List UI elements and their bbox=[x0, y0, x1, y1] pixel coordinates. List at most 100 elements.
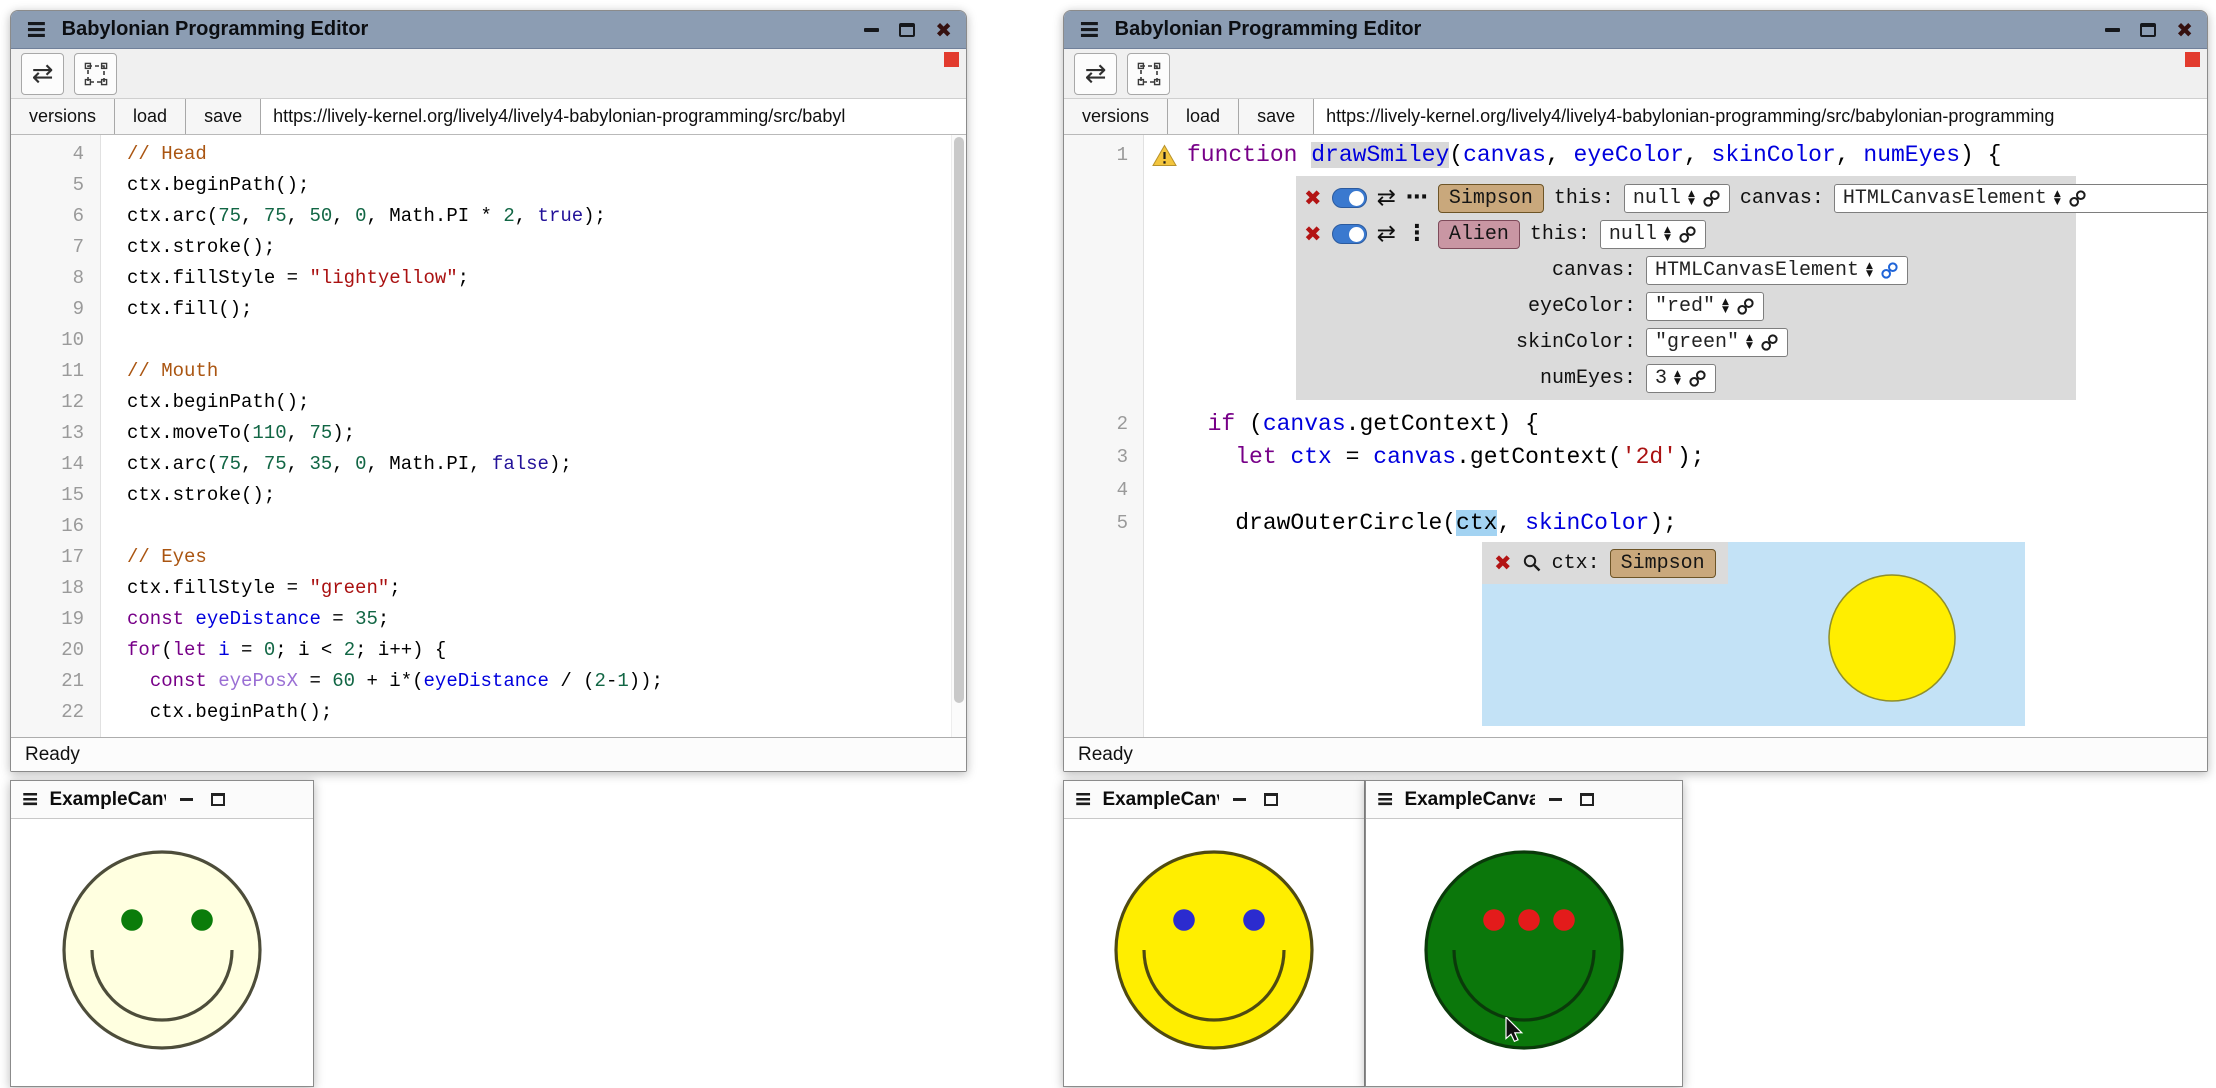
spinner-icon[interactable]: ▲▼ bbox=[1722, 298, 1729, 314]
swap-tool-button[interactable]: ⇄ bbox=[21, 53, 64, 95]
code-line[interactable]: 16 bbox=[11, 511, 966, 542]
value-field[interactable]: HTMLCanvasElement▲▼ bbox=[1834, 184, 2207, 213]
menu-icon[interactable]: ≡ bbox=[1376, 789, 1394, 811]
canvas-content bbox=[1366, 819, 1682, 1086]
versions-button[interactable]: versions bbox=[11, 99, 115, 134]
load-button[interactable]: load bbox=[115, 99, 186, 134]
menu-icon[interactable]: ≡ bbox=[1078, 16, 1101, 43]
probe-delete-button[interactable]: ✖ bbox=[1494, 553, 1512, 574]
maximize-button[interactable] bbox=[1580, 793, 1594, 806]
argument-row: eyeColor:"red"▲▼ bbox=[1304, 288, 2068, 324]
code-line[interactable]: 21 const eyePosX = 60 + i*(eyeDistance /… bbox=[11, 666, 966, 697]
minimize-button[interactable] bbox=[2105, 28, 2120, 32]
value-field[interactable]: "green"▲▼ bbox=[1646, 328, 1788, 357]
save-button[interactable]: save bbox=[1239, 99, 1314, 134]
code-line[interactable]: 12ctx.beginPath(); bbox=[11, 387, 966, 418]
save-button[interactable]: save bbox=[186, 99, 261, 134]
url-field[interactable]: https://lively-kernel.org/lively4/lively… bbox=[261, 99, 966, 134]
titlebar[interactable]: ≡ ExampleCanvas bbox=[1064, 781, 1364, 819]
delete-example-button[interactable]: ✖ bbox=[1304, 224, 1322, 245]
magnifier-icon[interactable] bbox=[1522, 553, 1542, 573]
titlebar[interactable]: ≡ Babylonian Programming Editor ✖ bbox=[1064, 11, 2207, 49]
code-line[interactable]: 10 bbox=[11, 325, 966, 356]
code-line[interactable]: 7ctx.stroke(); bbox=[11, 232, 966, 263]
spinner-icon[interactable]: ▲▼ bbox=[2054, 190, 2061, 206]
example-swap-icon[interactable]: ⇄ bbox=[1377, 223, 1396, 246]
code-editor[interactable]: 1function drawSmiley(canvas, eyeColor, s… bbox=[1064, 135, 2207, 737]
example-swap-icon[interactable]: ⇄ bbox=[1377, 187, 1396, 210]
value-field[interactable]: null▲▼ bbox=[1624, 184, 1730, 213]
link-icon[interactable] bbox=[2068, 189, 2087, 208]
spinner-icon[interactable]: ▲▼ bbox=[1674, 370, 1681, 386]
maximize-button[interactable] bbox=[2140, 23, 2156, 37]
maximize-button[interactable] bbox=[1264, 793, 1278, 806]
code-text: // Eyes bbox=[101, 542, 207, 573]
code-line[interactable]: 17// Eyes bbox=[11, 542, 966, 573]
code-line[interactable]: 18ctx.fillStyle = "green"; bbox=[11, 573, 966, 604]
code-editor[interactable]: 4// Head5ctx.beginPath();6ctx.arc(75, 75… bbox=[11, 135, 966, 737]
delete-example-button[interactable]: ✖ bbox=[1304, 188, 1322, 209]
probe-example-chip[interactable]: Simpson bbox=[1610, 549, 1716, 578]
value-field[interactable]: "red"▲▼ bbox=[1646, 292, 1764, 321]
close-button[interactable]: ✖ bbox=[2176, 20, 2193, 40]
value-field[interactable]: null▲▼ bbox=[1600, 220, 1706, 249]
link-icon[interactable] bbox=[1688, 369, 1707, 388]
code-line[interactable]: 14ctx.arc(75, 75, 35, 0, Math.PI, false)… bbox=[11, 449, 966, 480]
titlebar[interactable]: ≡ ExampleCanvas bbox=[1366, 781, 1682, 819]
code-line[interactable]: 15ctx.stroke(); bbox=[11, 480, 966, 511]
spinner-icon[interactable]: ▲▼ bbox=[1664, 226, 1671, 242]
smiley-eye bbox=[1553, 909, 1575, 931]
example-more-icon[interactable]: ⋯ bbox=[1406, 187, 1428, 209]
example-enabled-toggle[interactable] bbox=[1332, 224, 1367, 244]
code-line[interactable]: 4 bbox=[1064, 474, 2207, 507]
code-line[interactable]: 5 drawOuterCircle(ctx, skinColor); bbox=[1064, 507, 2207, 540]
transform-tool-button[interactable] bbox=[74, 53, 117, 95]
code-line[interactable]: 4// Head bbox=[11, 139, 966, 170]
vertical-scrollbar[interactable] bbox=[951, 135, 966, 737]
maximize-button[interactable] bbox=[899, 23, 915, 37]
link-icon[interactable] bbox=[1736, 297, 1755, 316]
code-line[interactable]: 3 let ctx = canvas.getContext('2d'); bbox=[1064, 441, 2207, 474]
code-line[interactable]: 11// Mouth bbox=[11, 356, 966, 387]
close-button[interactable]: ✖ bbox=[935, 20, 952, 40]
example-name-chip[interactable]: Simpson bbox=[1438, 184, 1544, 213]
spinner-icon[interactable]: ▲▼ bbox=[1688, 190, 1695, 206]
url-field[interactable]: https://lively-kernel.org/lively4/lively… bbox=[1314, 99, 2207, 134]
example-name-chip[interactable]: Alien bbox=[1438, 220, 1520, 249]
titlebar[interactable]: ≡ ExampleCanvas bbox=[11, 781, 313, 819]
versions-button[interactable]: versions bbox=[1064, 99, 1168, 134]
code-line[interactable]: 5ctx.beginPath(); bbox=[11, 170, 966, 201]
code-line[interactable]: 6ctx.arc(75, 75, 50, 0, Math.PI * 2, tru… bbox=[11, 201, 966, 232]
value-field[interactable]: 3▲▼ bbox=[1646, 364, 1716, 393]
code-line[interactable]: 20for(let i = 0; i < 2; i++) { bbox=[11, 635, 966, 666]
code-line[interactable]: 2 if (canvas.getContext) { bbox=[1064, 408, 2207, 441]
spinner-icon[interactable]: ▲▼ bbox=[1866, 262, 1873, 278]
transform-tool-button[interactable] bbox=[1127, 53, 1170, 95]
code-line[interactable]: 1function drawSmiley(canvas, eyeColor, s… bbox=[1064, 139, 2207, 172]
code-line[interactable]: 22 ctx.beginPath(); bbox=[11, 697, 966, 728]
code-line[interactable]: 8ctx.fillStyle = "lightyellow"; bbox=[11, 263, 966, 294]
minimize-button[interactable] bbox=[1233, 798, 1246, 801]
load-button[interactable]: load bbox=[1168, 99, 1239, 134]
scrollbar-thumb[interactable] bbox=[954, 137, 964, 703]
menu-icon[interactable]: ≡ bbox=[1074, 789, 1092, 811]
minimize-button[interactable] bbox=[180, 798, 193, 801]
titlebar[interactable]: ≡ Babylonian Programming Editor ✖ bbox=[11, 11, 966, 49]
code-line[interactable]: 19const eyeDistance = 35; bbox=[11, 604, 966, 635]
swap-tool-button[interactable]: ⇄ bbox=[1074, 53, 1117, 95]
spinner-icon[interactable]: ▲▼ bbox=[1746, 334, 1753, 350]
minimize-button[interactable] bbox=[1549, 798, 1562, 801]
link-icon[interactable] bbox=[1678, 225, 1697, 244]
menu-icon[interactable]: ≡ bbox=[25, 16, 48, 43]
example-enabled-toggle[interactable] bbox=[1332, 188, 1367, 208]
link-icon[interactable] bbox=[1760, 333, 1779, 352]
maximize-button[interactable] bbox=[211, 793, 225, 806]
link-icon[interactable] bbox=[1702, 189, 1721, 208]
code-line[interactable]: 13ctx.moveTo(110, 75); bbox=[11, 418, 966, 449]
link-icon[interactable] bbox=[1880, 261, 1899, 280]
example-more-icon[interactable]: ⋮ bbox=[1406, 223, 1428, 245]
code-line[interactable]: 9ctx.fill(); bbox=[11, 294, 966, 325]
minimize-button[interactable] bbox=[864, 28, 879, 32]
menu-icon[interactable]: ≡ bbox=[21, 789, 39, 811]
value-field[interactable]: HTMLCanvasElement▲▼ bbox=[1646, 256, 1908, 285]
